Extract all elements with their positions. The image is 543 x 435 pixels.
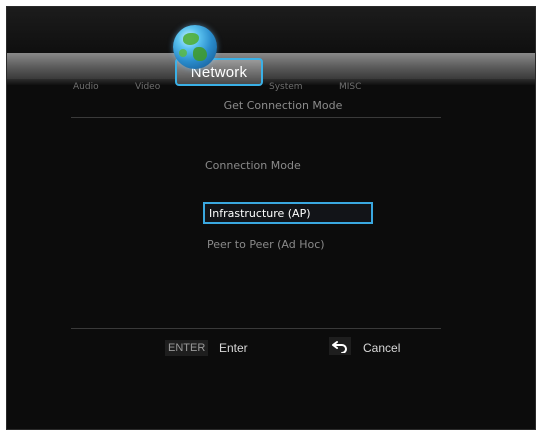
enter-button-label[interactable]: Enter <box>219 341 248 355</box>
cancel-button-label[interactable]: Cancel <box>363 341 400 355</box>
page-subtitle: Get Connection Mode <box>223 99 343 112</box>
tab-system[interactable]: System <box>269 82 303 92</box>
back-arrow-icon[interactable] <box>329 337 351 355</box>
divider-bottom <box>71 328 441 329</box>
option-infrastructure[interactable]: Infrastructure (AP) <box>203 202 373 224</box>
tab-misc[interactable]: MISC <box>339 82 361 92</box>
globe-icon <box>173 25 217 69</box>
tab-bar <box>7 53 535 79</box>
top-bar <box>7 7 535 57</box>
connection-mode-label: Connection Mode <box>205 159 301 172</box>
option-peer-to-peer[interactable]: Peer to Peer (Ad Hoc) <box>203 235 325 257</box>
tv-menu-screen: Audio Video System MISC Network Get Conn… <box>6 6 536 430</box>
enter-key-icon: ENTER <box>165 340 209 356</box>
tab-audio[interactable]: Audio <box>73 82 99 92</box>
tab-video[interactable]: Video <box>135 82 160 92</box>
divider-top <box>71 117 441 118</box>
